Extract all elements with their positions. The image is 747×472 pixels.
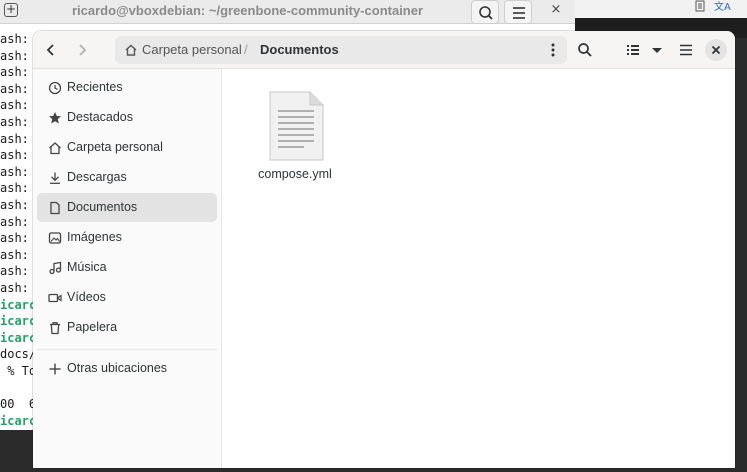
sidebar-item-label: Recientes — [67, 80, 123, 94]
new-tab-button[interactable]: + — [4, 3, 18, 17]
sidebar-item-label: Imágenes — [67, 230, 122, 244]
clock-icon — [48, 81, 62, 95]
sidebar-item-otras-ubicaciones[interactable]: Otras ubicaciones — [37, 354, 217, 383]
terminal-close-button[interactable]: × — [545, 0, 567, 22]
trash-icon — [50, 322, 60, 335]
home-icon — [125, 44, 137, 56]
music-icon — [49, 261, 62, 275]
sidebar-item-imagenes[interactable]: Imágenes — [37, 223, 217, 252]
sidebar-item-label: Documentos — [67, 200, 138, 214]
files-headerbar: Carpeta personal / Documentos — [33, 31, 735, 69]
terminal-search-button[interactable] — [471, 0, 499, 24]
breadcrumb-home[interactable]: Carpeta personal — [142, 36, 242, 64]
sidebar-item-papelera[interactable]: Papelera — [37, 313, 217, 342]
forward-button[interactable] — [67, 36, 97, 64]
file-name: compose.yml — [258, 167, 332, 181]
breadcrumb-current[interactable]: Documentos — [260, 36, 339, 64]
back-button[interactable] — [36, 36, 66, 64]
home-icon — [49, 142, 61, 155]
sidebar-divider — [37, 349, 217, 350]
chevron-right-icon — [79, 44, 87, 56]
terminal-headerbar: + ricardo@vboxdebian: ~/greenbone-commun… — [0, 0, 575, 24]
star-icon — [49, 112, 61, 124]
chevron-down-icon — [652, 48, 662, 53]
clipboard-icon[interactable] — [694, 0, 706, 12]
document-icon — [50, 201, 60, 215]
video-icon — [48, 293, 62, 303]
search-button[interactable] — [570, 36, 600, 64]
download-icon — [50, 172, 60, 184]
sidebar-item-videos[interactable]: Vídeos — [37, 283, 217, 312]
terminal-menu-button[interactable] — [504, 0, 532, 24]
list-view-icon — [627, 45, 639, 55]
view-options-dropdown[interactable] — [645, 36, 669, 64]
sidebar: Recientes Destacados Carpeta personal De… — [33, 69, 222, 468]
sidebar-item-label: Descargas — [67, 170, 127, 184]
path-bar[interactable]: Carpeta personal / Documentos — [115, 36, 567, 64]
sidebar-item-label: Carpeta personal — [67, 140, 163, 154]
translate-icon[interactable]: 文A — [714, 0, 736, 14]
svg-text:文A: 文A — [714, 0, 731, 13]
view-list-button[interactable] — [621, 36, 645, 64]
sidebar-item-label: Destacados — [67, 110, 134, 124]
main-menu-button[interactable] — [671, 36, 701, 64]
sidebar-item-musica[interactable]: Música — [37, 253, 217, 282]
files-window[interactable]: Carpeta personal / Documentos Recientes … — [33, 31, 735, 468]
hamburger-icon — [513, 7, 525, 19]
file-item[interactable]: compose.yml — [249, 85, 341, 185]
sidebar-item-label: Música — [67, 260, 107, 274]
sidebar-item-label: Papelera — [67, 320, 118, 334]
sidebar-item-descargas[interactable]: Descargas — [37, 163, 217, 192]
sidebar-item-carpeta-personal[interactable]: Carpeta personal — [37, 133, 217, 162]
sidebar-item-label: Otras ubicaciones — [67, 361, 168, 375]
sidebar-item-recientes[interactable]: Recientes — [37, 73, 217, 102]
sidebar-item-documentos[interactable]: Documentos — [37, 193, 217, 222]
breadcrumb-separator: / — [244, 42, 248, 57]
chevron-left-icon — [46, 44, 54, 56]
hamburger-icon — [680, 44, 692, 56]
search-icon — [479, 6, 493, 20]
close-button[interactable] — [705, 39, 727, 61]
plus-icon — [49, 363, 61, 375]
file-view[interactable]: compose.yml — [223, 69, 735, 468]
close-icon — [711, 45, 721, 55]
search-icon — [578, 43, 592, 57]
terminal-title: ricardo@vboxdebian: ~/greenbone-communit… — [71, 3, 424, 18]
image-icon — [48, 232, 62, 244]
text-file-icon — [269, 91, 324, 161]
top-panel: 文A — [575, 0, 747, 18]
sidebar-item-label: Vídeos — [67, 290, 106, 304]
sidebar-item-destacados[interactable]: Destacados — [37, 103, 217, 132]
vertical-dots-icon[interactable] — [547, 42, 559, 58]
